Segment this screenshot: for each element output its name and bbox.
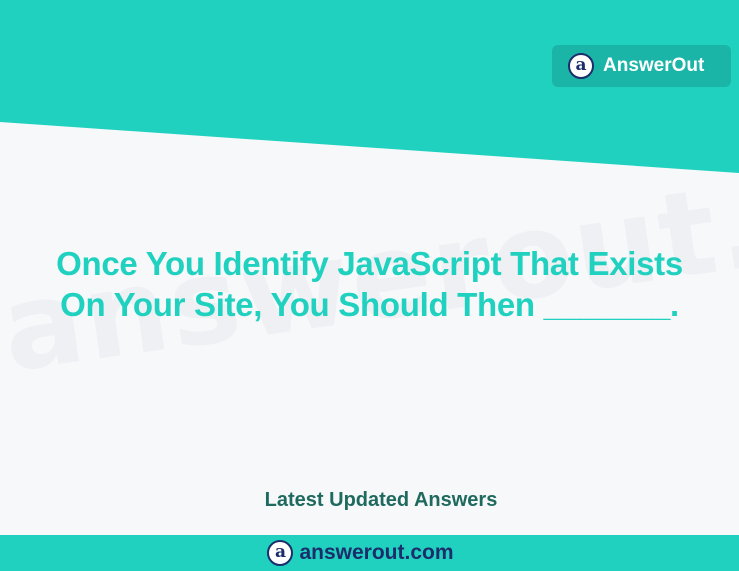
latest-answers-tagline: Latest Updated Answers	[264, 489, 498, 511]
footer-url: answerout.com	[299, 541, 454, 564]
footer-link[interactable]: a answerout.com	[267, 540, 454, 566]
brand-badge[interactable]: a AnswerOut	[552, 45, 731, 87]
question-title: Once You Identify JavaScript That Exists…	[0, 243, 739, 325]
answerout-logo-icon: a	[568, 53, 594, 79]
brand-name: AnswerOut	[603, 55, 705, 76]
question-line-2: On Your Site, You Should Then _______.	[60, 286, 679, 323]
answer-card: answerout.com a AnswerOut Once You Ident…	[0, 0, 739, 571]
answerout-logo-icon: a	[267, 540, 294, 566]
question-line-1: Once You Identify JavaScript That Exists	[56, 245, 683, 282]
footer-bar: a answerout.com	[0, 535, 739, 571]
